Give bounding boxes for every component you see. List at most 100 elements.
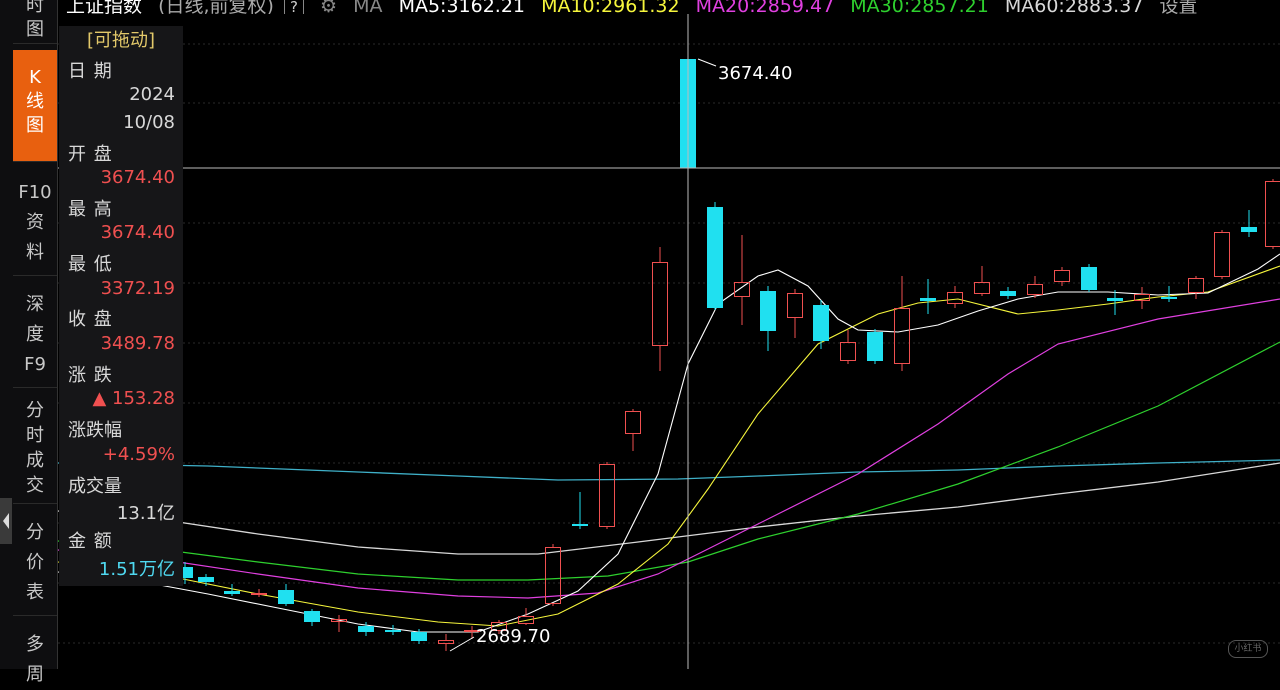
candle: [278, 584, 294, 606]
pct-value: +4.59%: [103, 444, 175, 465]
candle-body: [920, 298, 936, 301]
candle-body: [1266, 182, 1280, 247]
candle: [653, 247, 668, 371]
index-title[interactable]: 上证指数: [66, 0, 142, 14]
open-label: 开 盘: [68, 140, 113, 166]
tab-label: 资: [13, 208, 57, 238]
candle-body: [1107, 298, 1123, 301]
tab-label: 价: [13, 548, 57, 578]
candle: [332, 615, 347, 632]
amount-value: 1.51万亿: [99, 555, 175, 581]
tab-time-trades[interactable]: 分 时 成 交: [13, 392, 57, 504]
candle-body: [224, 591, 240, 594]
candle-body: [948, 293, 963, 304]
ma20-value: MA20:2859.47: [696, 0, 835, 14]
candle: [1081, 264, 1097, 292]
candle-body: [895, 309, 910, 364]
ma-line: [58, 254, 1280, 632]
tab-f10-info[interactable]: F10 资 料: [13, 172, 57, 276]
low-label: 最 低: [68, 250, 113, 276]
tab-label: 图: [13, 18, 57, 42]
tab-label: 时: [13, 423, 57, 448]
high-label: 最 高: [68, 195, 113, 221]
low-value: 3372.19: [101, 278, 175, 299]
help-button[interactable]: ?: [284, 0, 304, 14]
ma-lines: [58, 254, 1280, 632]
candle: [895, 276, 910, 371]
tab-kline-chart[interactable]: K 线 图: [13, 50, 57, 162]
candle: [439, 634, 454, 651]
candle: [948, 286, 963, 308]
candle-body: [1028, 285, 1043, 295]
ma30-value: MA30:2857.21: [850, 0, 989, 14]
candle-body: [572, 524, 588, 526]
tab-depth-f9[interactable]: 深 度 F9: [13, 280, 57, 388]
ma-label[interactable]: MA: [353, 0, 382, 14]
close-value: 3489.78: [101, 333, 175, 354]
candle: [626, 409, 641, 451]
tab-label: 深: [13, 290, 57, 320]
candle-body: [1161, 297, 1177, 299]
candle: [760, 286, 776, 351]
candle-body: [252, 594, 267, 595]
candle: [1028, 276, 1043, 298]
candle: [920, 279, 936, 314]
candle-body: [626, 412, 641, 434]
date-label: 日 期: [68, 57, 113, 83]
tab-label: 多: [13, 630, 57, 660]
tab-label: 图: [13, 114, 57, 138]
tab-label: K: [13, 66, 57, 90]
candle-body: [1000, 291, 1016, 296]
ma10-value: MA10:2961.32: [541, 0, 680, 14]
high-price-label: 3674.40: [718, 63, 792, 84]
candle: [813, 300, 829, 349]
candle: [788, 289, 803, 338]
ma5-value: MA5:3162.21: [399, 0, 525, 14]
high-marker: 3674.40: [698, 59, 792, 84]
candle-body: [1189, 279, 1204, 293]
tab-time-chart[interactable]: 时 图: [13, 0, 57, 44]
candle-body: [198, 577, 214, 582]
kline-chart[interactable]: 3674.40 2689.70: [58, 14, 1280, 669]
gear-icon[interactable]: ⚙: [320, 0, 337, 14]
volume-value: 13.1亿: [117, 499, 175, 525]
tab-price-table[interactable]: 分 价 表: [13, 508, 57, 616]
tab-label: 时: [13, 0, 57, 18]
chart-mode: (日线,前复权): [158, 0, 274, 14]
candle: [519, 608, 534, 625]
candle: [975, 266, 990, 296]
drag-handle[interactable]: [可拖动]: [59, 26, 183, 56]
candle: [385, 625, 401, 635]
tab-multi-period[interactable]: 多 周: [13, 622, 57, 682]
volume-label: 成交量: [68, 472, 122, 498]
candle: [867, 329, 883, 364]
candle-info-panel[interactable]: [可拖动] 日 期 2024 10/08 开 盘 3674.40 最 高 367…: [59, 26, 183, 586]
candle-body: [707, 207, 723, 308]
candle: [1215, 230, 1230, 279]
tab-label: 表: [13, 578, 57, 608]
tab-label: F9: [13, 350, 57, 380]
amount-label: 金 额: [68, 527, 113, 553]
tab-label: F10: [13, 178, 57, 208]
tab-label: 度: [13, 320, 57, 350]
low-marker: 2689.70: [450, 626, 550, 651]
collapse-arrow-icon[interactable]: [0, 498, 12, 544]
tab-label: 成: [13, 448, 57, 473]
close-label: 收 盘: [68, 305, 113, 331]
candle: [735, 235, 750, 325]
tab-label: 线: [13, 90, 57, 114]
kline-plot[interactable]: 3674.40 2689.70: [58, 14, 1280, 669]
settings-button[interactable]: 设置: [1159, 0, 1197, 14]
candle-body: [1081, 267, 1097, 290]
candle-body: [1241, 227, 1257, 232]
candle-body: [813, 305, 829, 341]
tab-label: 分: [13, 518, 57, 548]
candle: [600, 462, 615, 529]
tab-label: 分: [13, 398, 57, 423]
candle-body: [278, 590, 294, 604]
candle: [1000, 287, 1016, 299]
candle-body: [304, 611, 320, 622]
ma-line: [58, 299, 1280, 598]
change-value: ▲ 153.28: [92, 388, 175, 409]
candles: [177, 58, 1280, 651]
